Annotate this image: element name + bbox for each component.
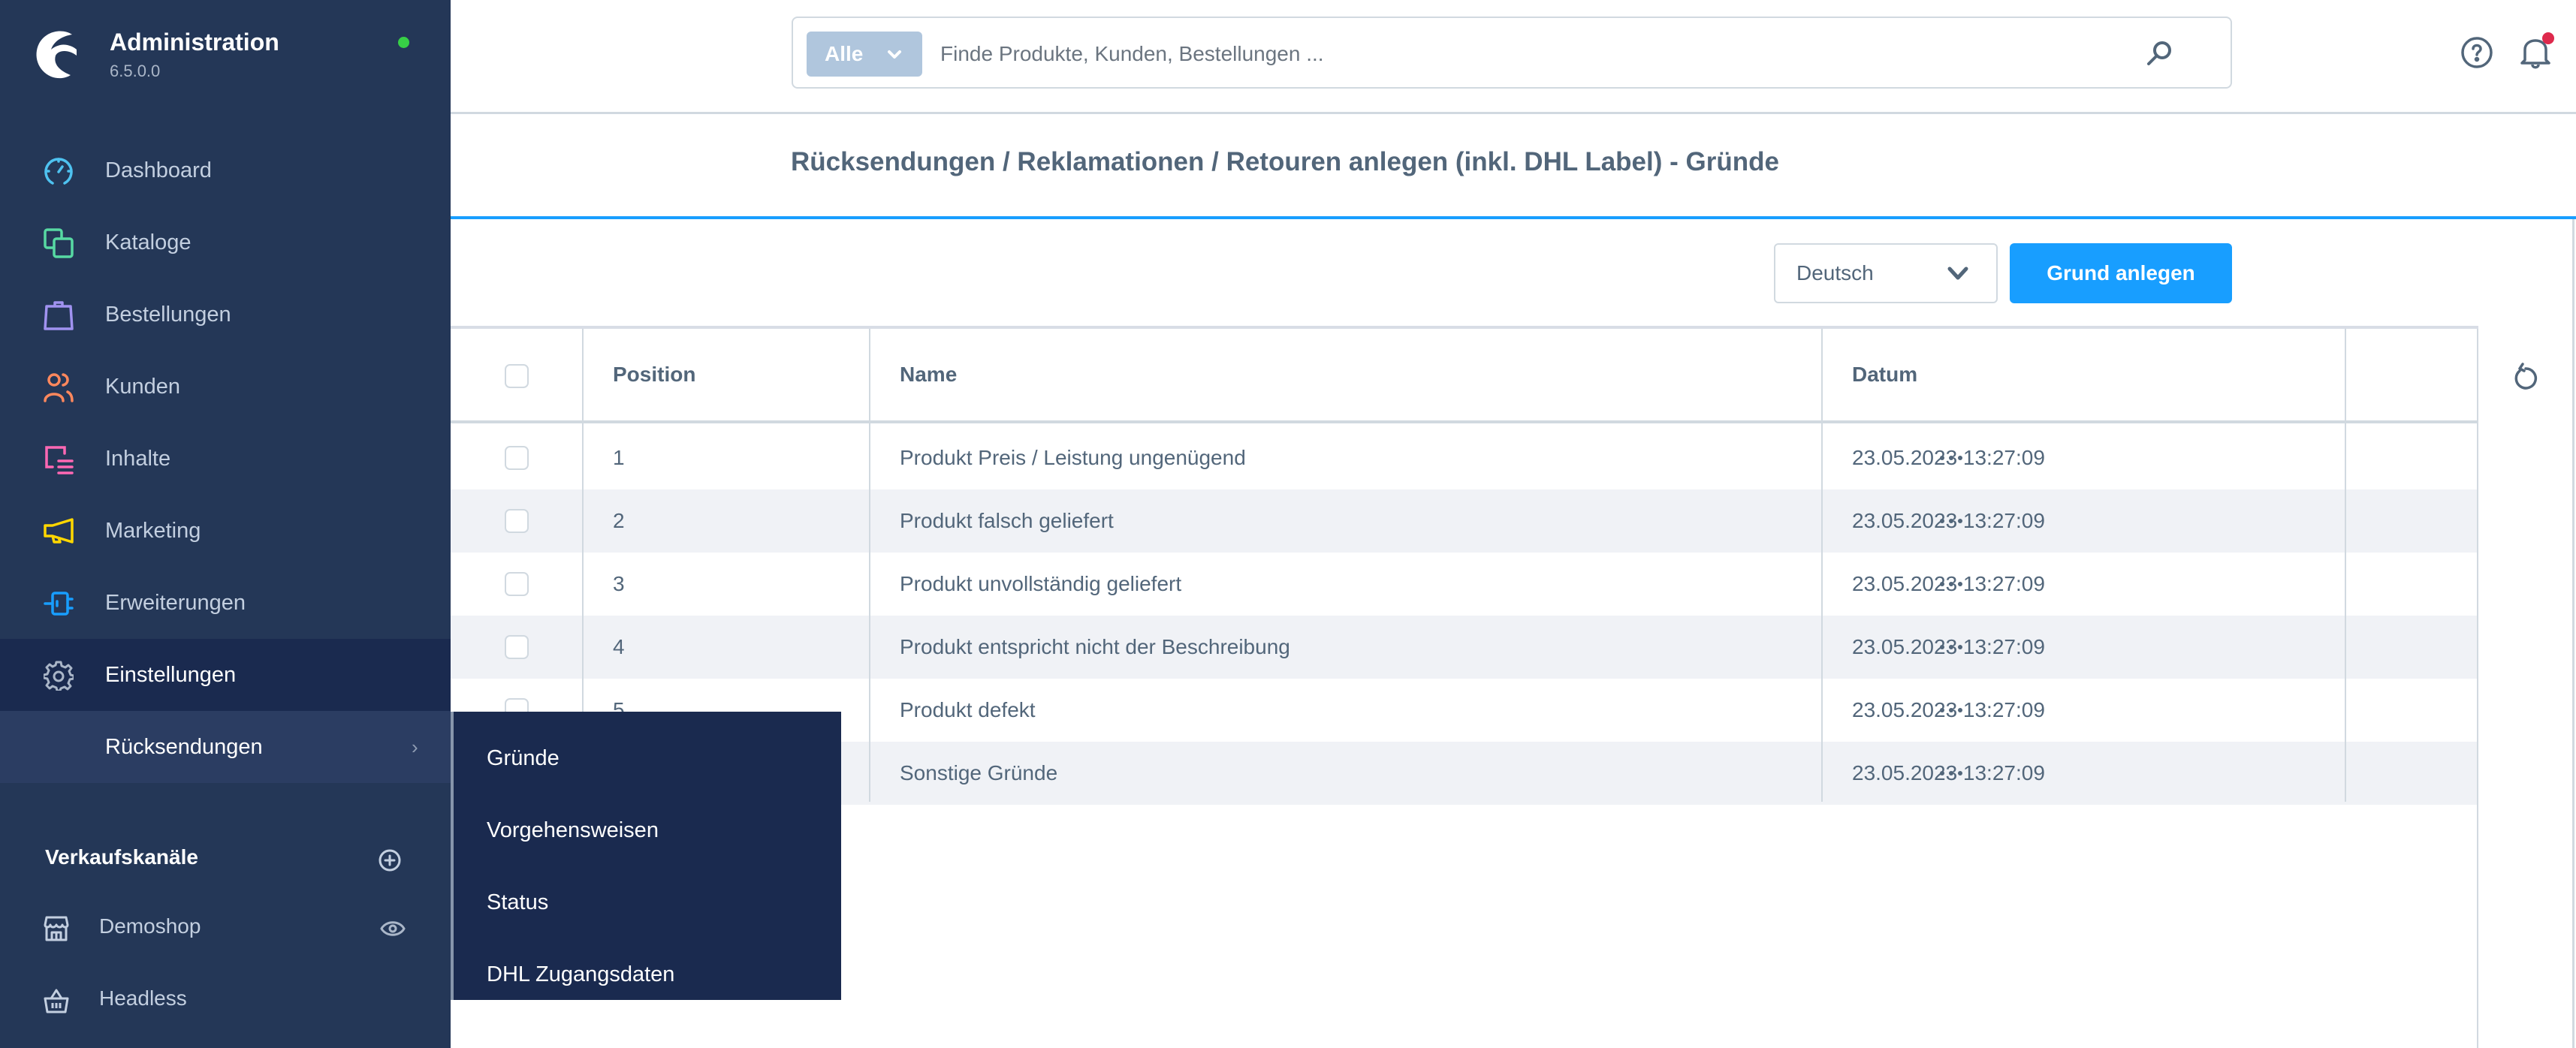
sales-channel-headless[interactable]: Headless (0, 971, 451, 1031)
row-actions-icon[interactable] (1940, 679, 1962, 742)
settings-flyout-menu: Gründe Vorgehensweisen Status DHL Zugang… (451, 712, 841, 1000)
cell-name[interactable]: Produkt falsch geliefert (900, 489, 1114, 553)
sidebar-item-ruecksendungen[interactable]: Rücksendungen › (0, 711, 451, 783)
sidebar-item-erweiterungen[interactable]: Erweiterungen (0, 567, 451, 639)
row-actions-icon[interactable] (1940, 742, 1962, 805)
chevron-down-icon (888, 50, 901, 59)
search-icon[interactable] (2145, 39, 2173, 68)
sidebar-item-label: Inhalte (105, 446, 171, 471)
sales-channel-label: Headless (99, 986, 187, 1010)
reload-icon[interactable] (2512, 362, 2539, 392)
sales-channels-title: Verkaufskanäle (45, 845, 198, 869)
sidebar-item-kunden[interactable]: Kunden (0, 351, 451, 423)
status-indicator (398, 37, 409, 48)
shopware-logo-icon[interactable] (33, 27, 87, 81)
sidebar-item-label: Erweiterungen (105, 590, 246, 615)
column-header-name[interactable]: Name (900, 329, 957, 420)
column-header-position[interactable]: Position (613, 329, 695, 420)
column-header-date[interactable]: Datum (1852, 329, 1917, 420)
flyout-item-vorgehensweisen[interactable]: Vorgehensweisen (487, 818, 659, 843)
row-actions-icon[interactable] (1940, 426, 1962, 489)
storefront-icon (44, 916, 69, 941)
sidebar-item-label: Bestellungen (105, 302, 231, 327)
brand-title: Administration (110, 29, 279, 56)
row-actions-icon[interactable] (1940, 553, 1962, 616)
cell-position: 4 (613, 635, 625, 658)
language-value: Deutsch (1796, 261, 1874, 285)
settings-column-divider (2477, 329, 2478, 1048)
chevron-right-icon: › (412, 735, 418, 758)
sidebar-item-dashboard[interactable]: Dashboard (0, 134, 451, 206)
column-divider (2345, 329, 2346, 802)
cell-position: 2 (613, 509, 625, 532)
search-input[interactable] (940, 32, 2112, 77)
users-icon (44, 373, 74, 402)
language-select[interactable]: Deutsch (1774, 243, 1998, 303)
sales-channel-label: Demoshop (99, 914, 201, 938)
eye-icon[interactable] (380, 917, 406, 940)
cell-position: 1 (613, 446, 625, 469)
row-checkbox[interactable] (505, 635, 529, 659)
sales-channel-demoshop[interactable]: Demoshop (0, 899, 451, 959)
sidebar: Administration 6.5.0.0 Dashboard Katalog… (0, 0, 451, 1048)
help-icon[interactable] (2460, 36, 2493, 69)
sidebar-item-marketing[interactable]: Marketing (0, 495, 451, 567)
catalog-icon (44, 228, 74, 258)
top-bar: Alle (451, 0, 2576, 114)
cell-name[interactable]: Sonstige Gründe (900, 742, 1057, 805)
sidebar-item-kataloge[interactable]: Kataloge (0, 206, 451, 279)
table-row: 1 Produkt Preis / Leistung ungenügend 23… (451, 426, 2478, 489)
flyout-item-dhl-zugangsdaten[interactable]: DHL Zugangsdaten (487, 962, 674, 987)
brand-version: 6.5.0.0 (110, 62, 161, 80)
sidebar-item-label: Rücksendungen (105, 734, 263, 759)
search-type-select[interactable]: Alle (807, 32, 922, 77)
column-divider (1821, 329, 1823, 802)
cell-position: 3 (613, 572, 625, 595)
flyout-item-status[interactable]: Status (487, 890, 548, 915)
megaphone-icon (44, 518, 74, 544)
column-divider (869, 329, 870, 802)
content-icon (45, 446, 74, 474)
row-actions-icon[interactable] (1940, 489, 1962, 553)
row-checkbox[interactable] (505, 509, 529, 533)
gear-icon (44, 661, 74, 691)
basket-icon (44, 989, 69, 1013)
row-checkbox[interactable] (505, 446, 529, 470)
create-reason-button[interactable]: Grund anlegen (2010, 243, 2232, 303)
sidebar-item-label: Einstellungen (105, 662, 237, 687)
sidebar-item-einstellungen[interactable]: Einstellungen (0, 639, 451, 711)
chevron-down-icon (1947, 267, 1968, 280)
shopping-bag-icon (44, 301, 74, 330)
dashboard-icon (44, 158, 73, 185)
add-sales-channel-icon[interactable] (378, 848, 402, 872)
cell-name[interactable]: Produkt unvollständig geliefert (900, 553, 1181, 616)
row-actions-icon[interactable] (1940, 616, 1962, 679)
table-header: Position Name Datum (451, 329, 2478, 423)
search-type-label: Alle (825, 42, 864, 65)
sidebar-item-inhalte[interactable]: Inhalte (0, 423, 451, 495)
sidebar-item-label: Marketing (105, 518, 201, 543)
table-row: 3 Produkt unvollständig geliefert 23.05.… (451, 553, 2478, 616)
page-title: Rücksendungen / Reklamationen / Retouren… (791, 147, 1779, 176)
sidebar-item-label: Kunden (105, 374, 180, 399)
plug-icon (44, 592, 74, 616)
select-all-checkbox[interactable] (505, 364, 529, 388)
notification-badge (2542, 32, 2554, 44)
table-row: 2 Produkt falsch geliefert 23.05.2023 13… (451, 489, 2478, 553)
cell-name[interactable]: Produkt defekt (900, 679, 1036, 742)
cell-name[interactable]: Produkt entspricht nicht der Beschreibun… (900, 616, 1290, 679)
cell-name[interactable]: Produkt Preis / Leistung ungenügend (900, 426, 1246, 489)
global-search: Alle (792, 17, 2232, 89)
flyout-item-gruende[interactable]: Gründe (487, 746, 560, 771)
row-checkbox[interactable] (505, 572, 529, 596)
table-row: 4 Produkt entspricht nicht der Beschreib… (451, 616, 2478, 679)
sidebar-item-bestellungen[interactable]: Bestellungen (0, 279, 451, 351)
sidebar-item-label: Kataloge (105, 230, 192, 254)
sidebar-item-label: Dashboard (105, 158, 212, 182)
